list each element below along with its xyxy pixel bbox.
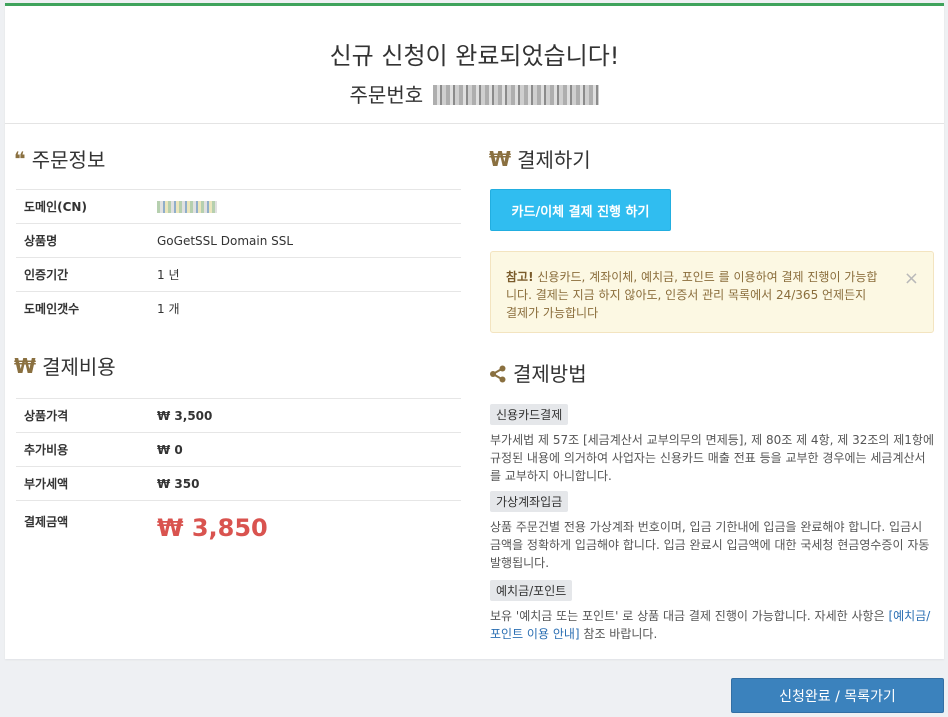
methods-title: 결제방법 xyxy=(513,362,587,386)
methods-heading: 결제방법 xyxy=(489,358,587,387)
completion-header: 신규 신청이 완료되었습니다! 주문번호 xyxy=(5,6,944,124)
domain-redacted xyxy=(157,201,217,213)
table-row: 도메인(CN) xyxy=(16,189,461,224)
row-label: 추가비용 xyxy=(16,432,149,467)
quote-icon: ❝ xyxy=(14,146,26,171)
won-icon: ₩ xyxy=(14,353,37,378)
table-row: 인증기간 1 년 xyxy=(16,257,461,292)
row-label: 도메인갯수 xyxy=(16,291,149,326)
table-row: 결제금액 ₩ 3,850 xyxy=(16,500,461,555)
row-value: 1 개 xyxy=(149,291,461,326)
row-label: 상품가격 xyxy=(16,398,149,433)
done-list-button[interactable]: 신청완료 / 목록가기 xyxy=(731,678,944,713)
method-badge-card: 신용카드결제 xyxy=(490,404,569,425)
table-row: 도메인갯수 1 개 xyxy=(16,291,461,326)
cost-title: 결제비용 xyxy=(42,355,116,379)
close-icon[interactable]: × xyxy=(904,270,919,288)
page-title: 신규 신청이 완료되었습니다! xyxy=(329,42,620,70)
method-desc-virtual-account: 상품 주문건별 전용 가상계좌 번호이며, 입금 기한내에 입금을 완료해야 합… xyxy=(490,520,930,570)
table-row: 부가세액 ₩ 350 xyxy=(16,466,461,501)
alert-bold: 참고! xyxy=(506,270,534,284)
row-value: GoGetSSL Domain SSL xyxy=(149,223,461,258)
method-badge-deposit-point: 예치금/포인트 xyxy=(490,580,573,601)
method-desc-card: 부가세법 제 57조 [세금계산서 교부의무의 면제등], 제 80조 제 4항… xyxy=(490,433,935,483)
row-value: ₩ 3,500 xyxy=(149,398,461,433)
row-value: 1 년 xyxy=(149,257,461,292)
cost-heading: ₩ 결제비용 xyxy=(14,351,116,380)
desc-text: 보유 '예치금 또는 포인트' 로 상품 대금 결제 진행이 가능합니다. 자세… xyxy=(490,609,889,623)
card-transfer-pay-button[interactable]: 카드/이체 결제 진행 하기 xyxy=(490,189,671,231)
method-badge-virtual-account: 가상계좌입금 xyxy=(490,491,569,512)
order-number: 주문번호 xyxy=(5,79,944,108)
payment-notice-alert: 참고! 신용카드, 계좌이체, 예치금, 포인트 를 이용하여 결제 진행이 가… xyxy=(490,251,934,333)
row-value xyxy=(149,189,461,224)
row-value: ₩ 350 xyxy=(149,466,461,501)
order-complete-card: 신규 신청이 완료되었습니다! 주문번호 ❝ 주문정보 도메인(CN) 상품명 … xyxy=(5,3,944,659)
order-number-redacted xyxy=(433,85,600,105)
method-desc-deposit-point: 보유 '예치금 또는 포인트' 로 상품 대금 결제 진행이 가능합니다. 자세… xyxy=(490,607,934,643)
order-number-label: 주문번호 xyxy=(349,83,424,107)
share-icon xyxy=(489,364,507,382)
desc-text: 참조 바랍니다. xyxy=(579,627,658,641)
row-label: 인증기간 xyxy=(16,257,149,292)
row-value: ₩ 0 xyxy=(149,432,461,467)
table-row: 상품명 GoGetSSL Domain SSL xyxy=(16,223,461,258)
table-row: 추가비용 ₩ 0 xyxy=(16,432,461,467)
table-row: 상품가격 ₩ 3,500 xyxy=(16,398,461,433)
row-label: 도메인(CN) xyxy=(16,189,149,224)
alert-text: 신용카드, 계좌이체, 예치금, 포인트 를 이용하여 결제 진행이 가능합니다… xyxy=(506,270,878,320)
cost-table: 상품가격 ₩ 3,500 추가비용 ₩ 0 부가세액 ₩ 350 결제금액 ₩ … xyxy=(16,398,461,555)
row-label: 상품명 xyxy=(16,223,149,258)
order-info-title: 주문정보 xyxy=(31,148,106,172)
row-label: 결제금액 xyxy=(16,500,149,555)
payment-title: 결제하기 xyxy=(517,148,591,172)
won-icon: ₩ xyxy=(489,146,512,171)
total-amount: ₩ 3,850 xyxy=(157,513,268,542)
row-label: 부가세액 xyxy=(16,466,149,501)
payment-heading: ₩ 결제하기 xyxy=(489,144,591,173)
order-info-table: 도메인(CN) 상품명 GoGetSSL Domain SSL 인증기간 1 년… xyxy=(16,189,461,326)
order-info-heading: ❝ 주문정보 xyxy=(14,144,105,173)
